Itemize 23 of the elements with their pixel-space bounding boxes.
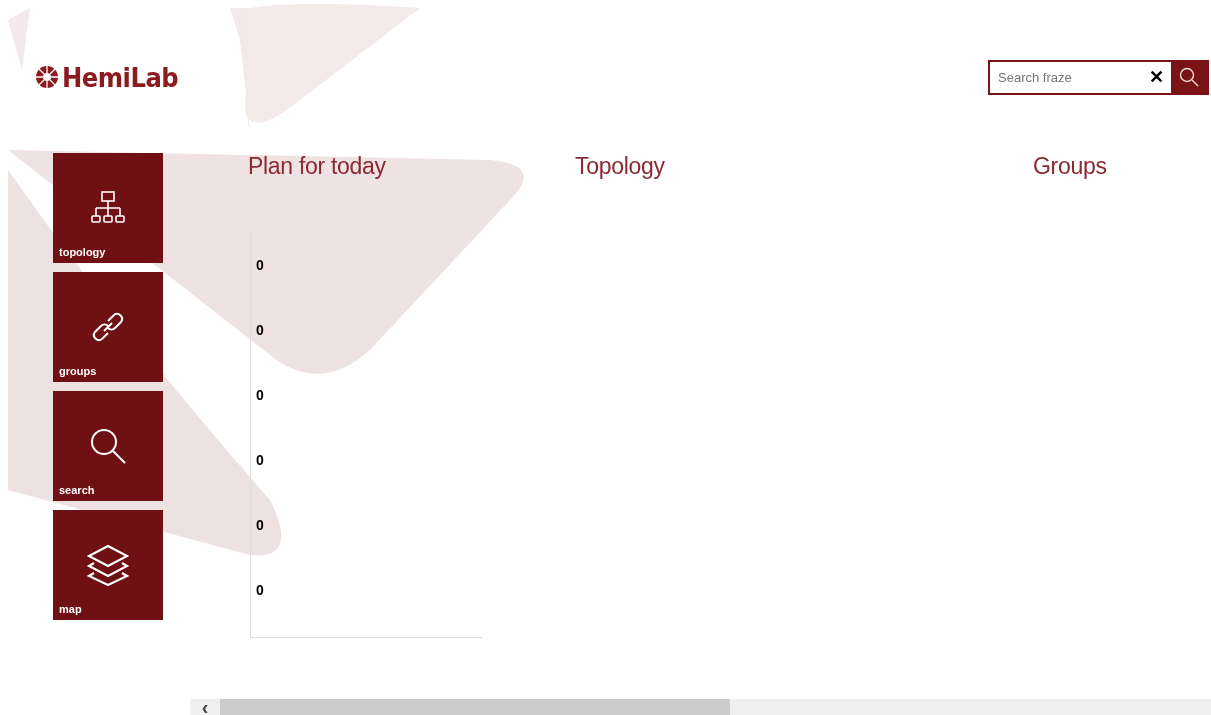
search-button[interactable]	[1171, 61, 1207, 93]
search-icon	[1179, 67, 1199, 87]
scrollbar-thumb[interactable]	[220, 699, 730, 715]
plan-count: 0	[256, 256, 264, 274]
topology-icon	[90, 189, 126, 226]
plan-count: 0	[256, 321, 264, 339]
plan-count: 0	[256, 516, 264, 534]
plan-count: 0	[256, 451, 264, 469]
layers-icon	[86, 543, 130, 586]
scrollbar[interactable]: ‹	[190, 699, 1211, 715]
plan-count: 0	[256, 386, 264, 404]
nav-tile[interactable]: topology	[53, 153, 163, 263]
nav-tile[interactable]: map	[53, 510, 163, 620]
logo-text: HemiLab	[62, 61, 179, 93]
section-title: Plan for today	[248, 153, 387, 180]
clear-button[interactable]: ✕	[1141, 61, 1171, 93]
nav-tile[interactable]: groups	[53, 272, 163, 382]
section-title: Topology	[575, 153, 666, 180]
search-field[interactable]: Search fraze ✕	[988, 59, 1209, 95]
logo-icon	[35, 65, 59, 89]
plan-count: 0	[256, 581, 264, 599]
nav-tile[interactable]: search	[53, 391, 163, 501]
section-title: Groups	[1033, 153, 1107, 180]
